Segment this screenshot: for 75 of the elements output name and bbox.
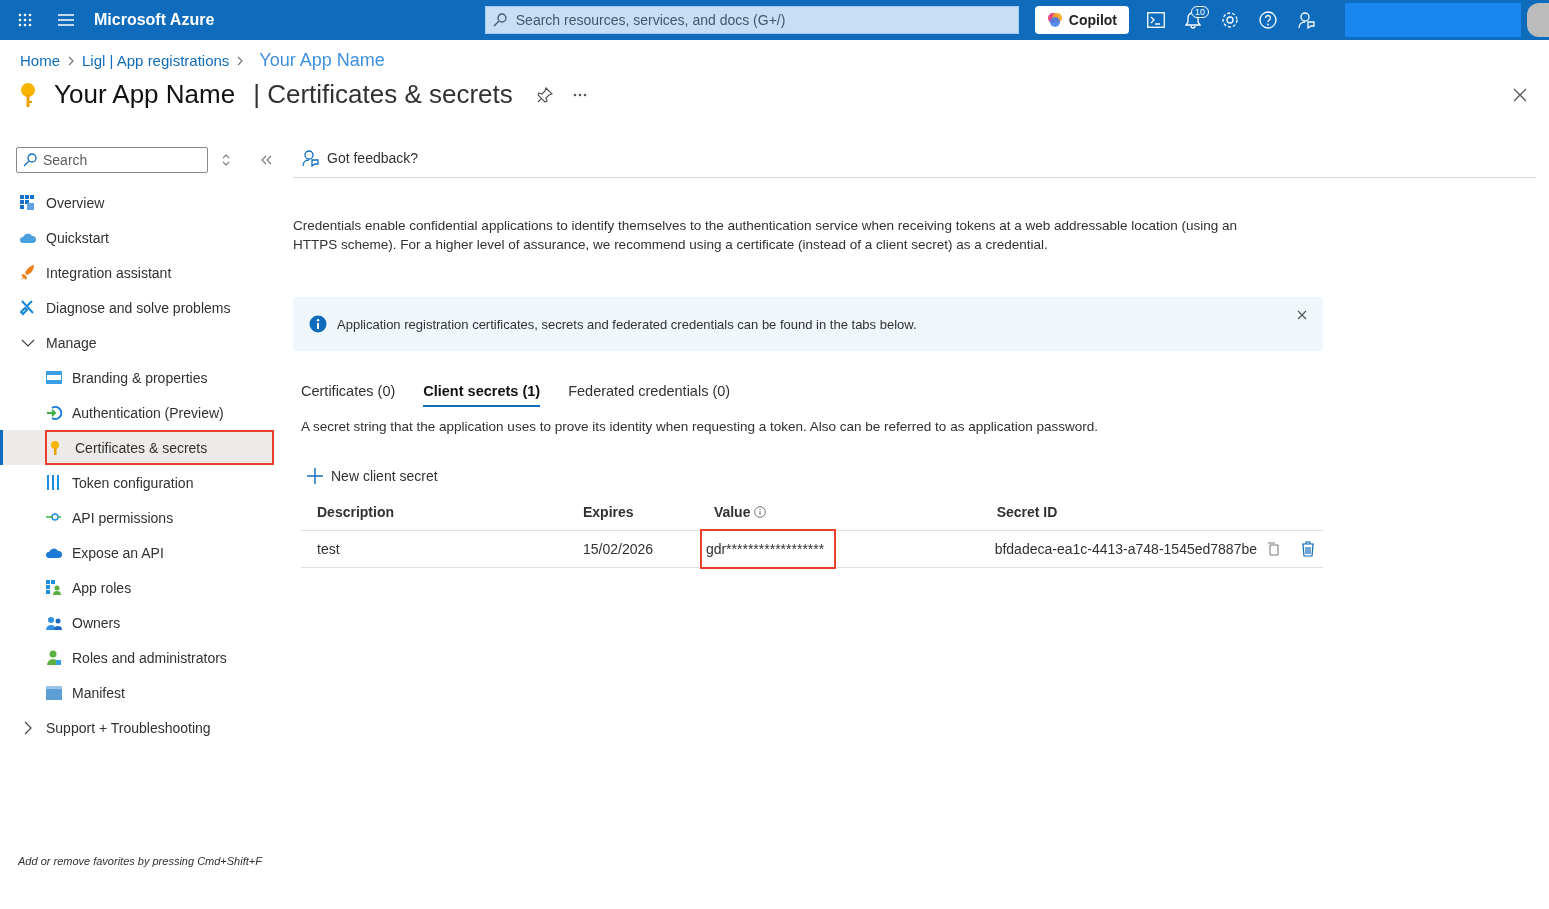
column-header: Value <box>713 504 751 520</box>
nav-item[interactable]: Overview <box>0 185 274 220</box>
rocket-icon <box>20 264 36 281</box>
sort-icon[interactable] <box>222 154 230 166</box>
new-client-secret-button[interactable]: New client secret <box>307 468 438 484</box>
trash-icon[interactable] <box>1301 541 1315 557</box>
more-icon[interactable] <box>572 92 587 97</box>
grid-icon <box>20 194 36 211</box>
brand-title[interactable]: Microsoft Azure <box>94 11 414 29</box>
nav-item[interactable]: Expose an API <box>0 535 274 570</box>
table-cell: 15/02/2026 <box>582 541 654 557</box>
feedback-icon[interactable] <box>1297 11 1315 29</box>
favorites-hint: Add or remove favorites by pressing Cmd+Shift+F <box>18 855 262 867</box>
nav-item[interactable]: Authentication (Preview) <box>0 395 274 430</box>
highlighted-value: gdr****************** <box>701 531 835 567</box>
search-field[interactable]: Search resources, services, and docs (G+/) <box>484 6 1019 34</box>
nav-item[interactable]: Quickstart <box>0 220 274 255</box>
info-icon <box>754 506 767 518</box>
tools-icon <box>20 299 36 316</box>
nav-item[interactable]: Token configuration <box>0 465 274 500</box>
app-grid-icon[interactable] <box>18 13 32 27</box>
column-header: Description <box>317 504 394 520</box>
nav-group[interactable]: Manage <box>0 325 274 360</box>
tab[interactable]: Federated credentials (0) <box>568 383 731 407</box>
nav-item[interactable]: Roles and administrators <box>0 640 274 675</box>
users-icon <box>46 614 62 631</box>
search-icon <box>23 153 37 167</box>
tab[interactable]: Certificates (0) <box>301 383 396 407</box>
feedback-button[interactable]: Got feedback? <box>301 149 419 167</box>
nav-item[interactable]: Branding & properties <box>0 360 274 395</box>
description-text: Credentials enable confidential applications to identify themselves to the authentication service when receiving tokens at a web addressable location (using an HTTPS scheme). For a higher level of assurance, we recommend using a certificate (instead of a client secret) as a credential. <box>293 217 1239 254</box>
terminal-icon[interactable] <box>1147 12 1165 28</box>
search-icon <box>492 13 507 27</box>
nav-item[interactable]: Owners <box>0 605 274 640</box>
search-field[interactable]: Search <box>16 147 208 173</box>
column-header: Secret ID <box>996 504 1058 520</box>
column-header: Expires <box>582 504 634 520</box>
breadcrumb-link[interactable]: Home <box>20 52 60 69</box>
nav-item[interactable]: App roles <box>0 570 274 605</box>
nav-item[interactable]: Integration assistant <box>0 255 274 290</box>
key-icon <box>20 81 36 108</box>
nav-item[interactable]: Diagnose and solve problems <box>0 290 274 325</box>
help-icon[interactable] <box>1259 11 1277 29</box>
settings-icon[interactable] <box>1221 11 1239 29</box>
user-icon <box>46 649 62 666</box>
collapse-icon[interactable] <box>260 155 272 165</box>
window-icon <box>46 369 62 386</box>
notification-count: 10 <box>1191 5 1209 18</box>
tab-description: A secret string that the application uses to prove its identity when requesting a token. Also can be referred to as application password. <box>301 419 1099 434</box>
breadcrumb-link[interactable]: Ligl | App registrations <box>82 52 230 69</box>
info-icon <box>309 315 327 333</box>
table-cell: test <box>317 541 340 557</box>
copilot-button[interactable]: Copilot <box>1034 6 1129 34</box>
table-cell: bfdadeca-ea1c-4413-a748-1545ed7887be <box>994 541 1257 557</box>
bars-icon <box>46 474 62 491</box>
feedback-icon <box>301 149 319 167</box>
pin-icon[interactable] <box>536 86 553 103</box>
nav-item[interactable]: Certificates & secrets <box>45 430 274 465</box>
chevron-right-icon <box>237 55 244 66</box>
plus-icon <box>307 468 323 484</box>
close-icon[interactable] <box>1513 87 1527 102</box>
menu-icon[interactable] <box>58 14 74 26</box>
grid-user-icon <box>46 579 62 596</box>
nav-group[interactable]: Support + Troubleshooting <box>0 710 274 745</box>
page-subtitle: | Certificates & secrets <box>253 79 513 110</box>
close-icon[interactable] <box>1297 310 1307 320</box>
chevron-right-icon <box>68 55 74 66</box>
tab[interactable]: Client secrets (1) <box>423 383 541 407</box>
info-text: Application registration certificates, secrets and federated credentials can be found in the tabs below. <box>337 316 917 332</box>
copilot-icon <box>1046 12 1063 28</box>
nav-item[interactable]: Manifest <box>0 675 274 710</box>
sign-in-icon <box>46 404 62 421</box>
page-title: Your App Name <box>54 79 236 110</box>
nav-item[interactable]: API permissions <box>0 500 274 535</box>
document-icon <box>46 684 62 701</box>
